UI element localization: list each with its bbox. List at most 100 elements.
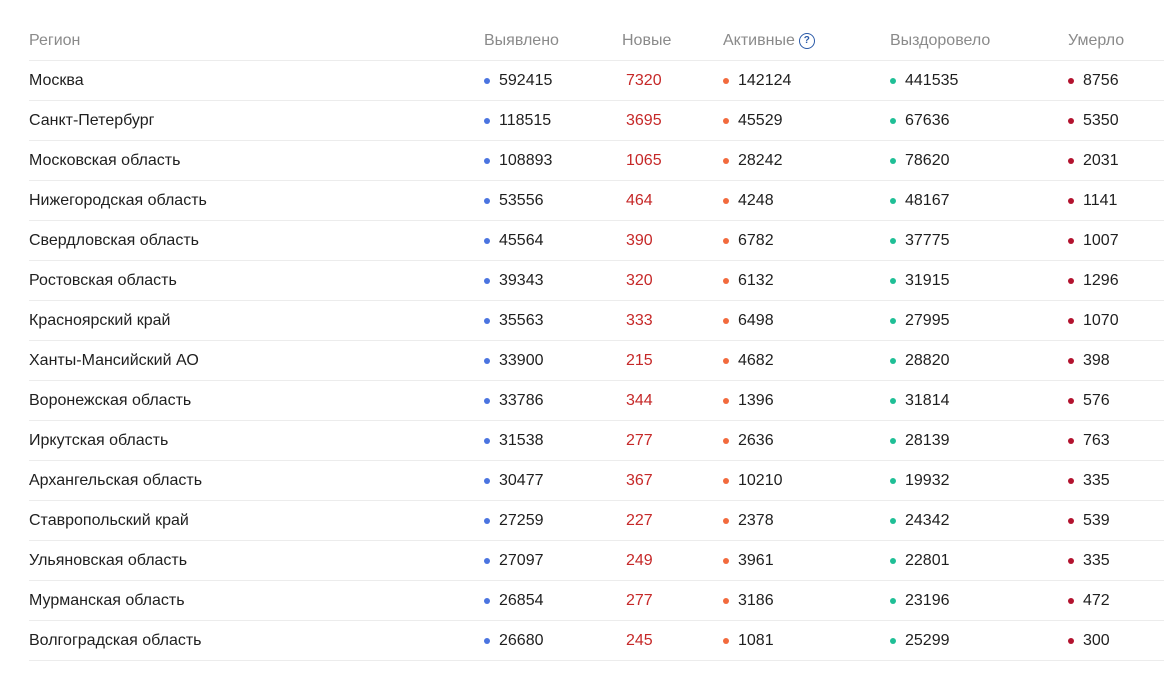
bullet-dot-icon [890, 157, 896, 164]
died-count-value: 335 [1083, 551, 1110, 569]
bullet-dot-icon [1068, 277, 1074, 284]
active-count-value: 1396 [738, 391, 774, 409]
table-row[interactable]: Архангельская область 30477 367 10210 19932 3… [29, 461, 1164, 501]
active-count: 3186 [723, 581, 774, 620]
recovered-count-value: 31814 [905, 391, 950, 409]
bullet-dot-icon [890, 277, 896, 284]
new-count-value: 367 [626, 471, 653, 489]
bullet-dot-icon [890, 637, 896, 644]
table-row[interactable]: Волгоградская область 26680 245 1081 25299 30… [29, 621, 1164, 661]
question-circle-icon[interactable]: ? [798, 33, 815, 49]
table-row[interactable]: Москва 592415 7320 142124 441535 8756 [29, 61, 1164, 101]
found-count: 33900 [484, 341, 544, 380]
table-row[interactable]: Московская область 108893 1065 28242 78620 20… [29, 141, 1164, 181]
active-count: 28242 [723, 141, 783, 180]
active-count: 45529 [723, 101, 783, 140]
bullet-dot-icon [723, 357, 729, 364]
active-count-value: 10210 [738, 471, 783, 489]
header-active-label[interactable]: Активные [723, 32, 795, 50]
table-row[interactable]: Красноярский край 35563 333 6498 27995 1070 [29, 301, 1164, 341]
found-count: 30477 [484, 461, 544, 500]
died-count-value: 300 [1083, 631, 1110, 649]
header-died[interactable]: Умерло [1068, 22, 1124, 60]
died-count-value: 1007 [1083, 231, 1119, 249]
recovered-count: 31915 [890, 261, 950, 300]
active-count-value: 142124 [738, 71, 792, 89]
new-count: 7320 [622, 61, 662, 100]
recovered-count-value: 28820 [905, 351, 950, 369]
new-count-value: 1065 [626, 151, 662, 169]
region-name: Нижегородская область [29, 181, 207, 220]
found-count-value: 31538 [499, 431, 544, 449]
recovered-count-value: 24342 [905, 511, 950, 529]
table-row[interactable]: Воронежская область 33786 344 1396 31814 576 [29, 381, 1164, 421]
bullet-dot-icon [890, 437, 896, 444]
recovered-count-value: 28139 [905, 431, 950, 449]
bullet-dot-icon [890, 517, 896, 524]
table-row[interactable]: Свердловская область 45564 390 6782 37775 100… [29, 221, 1164, 261]
found-count: 33786 [484, 381, 544, 420]
active-count-value: 3961 [738, 551, 774, 569]
header-found[interactable]: Выявлено [484, 22, 559, 60]
bullet-dot-icon [723, 397, 729, 404]
recovered-count: 37775 [890, 221, 950, 260]
died-count-value: 335 [1083, 471, 1110, 489]
region-name-value: Ульяновская область [29, 551, 188, 569]
table-row[interactable]: Ставропольский край 27259 227 2378 24342 539 [29, 501, 1164, 541]
recovered-count-value: 27995 [905, 311, 950, 329]
bullet-dot-icon [484, 197, 490, 204]
region-name-value: Москва [29, 71, 84, 89]
bullet-dot-icon [890, 477, 896, 484]
found-count: 592415 [484, 61, 552, 100]
region-name: Волгоградская область [29, 621, 202, 660]
died-count-value: 5350 [1083, 111, 1119, 129]
active-count-value: 4682 [738, 351, 774, 369]
active-count: 10210 [723, 461, 783, 500]
found-count-value: 45564 [499, 231, 544, 249]
died-count: 1007 [1068, 221, 1119, 260]
table-row[interactable]: Санкт-Петербург 118515 3695 45529 67636 5350 [29, 101, 1164, 141]
bullet-dot-icon [723, 277, 729, 284]
found-count-value: 108893 [499, 151, 553, 169]
new-count-value: 344 [626, 391, 653, 409]
table-row[interactable]: Ульяновская область 27097 249 3961 22801 335 [29, 541, 1164, 581]
recovered-count: 78620 [890, 141, 950, 180]
active-count: 2378 [723, 501, 774, 540]
new-count: 344 [622, 381, 653, 420]
bullet-dot-icon [890, 77, 896, 84]
header-region[interactable]: Регион [29, 22, 80, 60]
active-count-value: 6132 [738, 271, 774, 289]
new-count-value: 227 [626, 511, 653, 529]
found-count-value: 27259 [499, 511, 544, 529]
header-active[interactable]: Активные ? [723, 22, 815, 60]
table-row[interactable]: Ростовская область 39343 320 6132 31915 1296 [29, 261, 1164, 301]
died-count: 398 [1068, 341, 1110, 380]
new-count: 320 [622, 261, 653, 300]
bullet-dot-icon [723, 437, 729, 444]
bullet-dot-icon [484, 557, 490, 564]
bullet-dot-icon [1068, 397, 1074, 404]
recovered-count-value: 37775 [905, 231, 950, 249]
bullet-dot-icon [890, 557, 896, 564]
table-row[interactable]: Мурманская область 26854 277 3186 23196 472 [29, 581, 1164, 621]
died-count-value: 2031 [1083, 151, 1119, 169]
bullet-dot-icon [1068, 637, 1074, 644]
bullet-dot-icon [723, 157, 729, 164]
bullet-dot-icon [1068, 197, 1074, 204]
bullet-dot-icon [723, 237, 729, 244]
table-row[interactable]: Иркутская область 31538 277 2636 28139 763 [29, 421, 1164, 461]
died-count-value: 1070 [1083, 311, 1119, 329]
table-row[interactable]: Нижегородская область 53556 464 4248 48167 11… [29, 181, 1164, 221]
recovered-count: 24342 [890, 501, 950, 540]
found-count-value: 39343 [499, 271, 544, 289]
header-new[interactable]: Новые [622, 22, 671, 60]
table-row[interactable]: Ханты-Мансийский АО 33900 215 4682 28820 398 [29, 341, 1164, 381]
died-count: 472 [1068, 581, 1110, 620]
found-count-value: 592415 [499, 71, 553, 89]
died-count: 576 [1068, 381, 1110, 420]
header-recovered[interactable]: Выздоровело [890, 22, 990, 60]
active-count-value: 28242 [738, 151, 783, 169]
found-count-value: 33786 [499, 391, 544, 409]
active-count: 4248 [723, 181, 774, 220]
bullet-dot-icon [1068, 77, 1074, 84]
